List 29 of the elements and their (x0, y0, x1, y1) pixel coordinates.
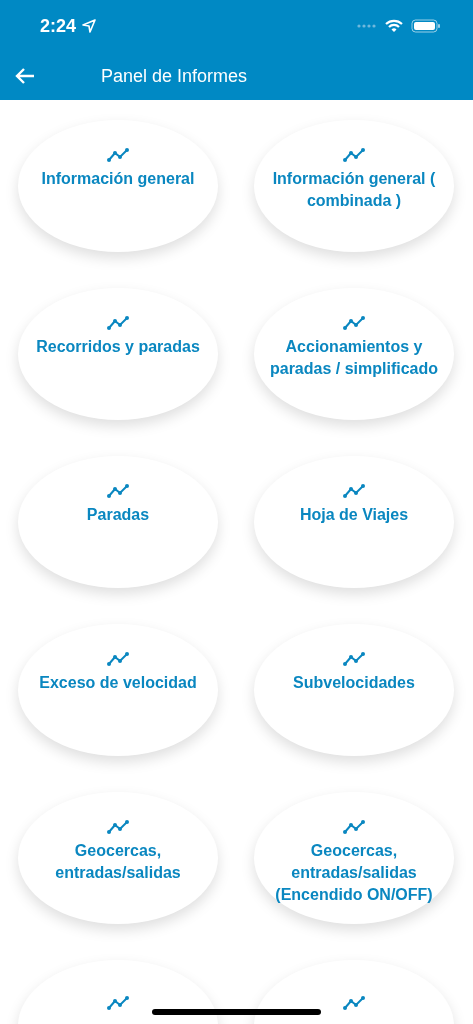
report-card[interactable]: Geocercas, entradas/salidas (Encendido ON/OFF) (254, 792, 454, 924)
report-card[interactable]: Información general ( combinada ) (254, 120, 454, 252)
line-chart-icon (107, 316, 129, 330)
line-chart-icon (343, 316, 365, 330)
line-chart-icon (343, 820, 365, 834)
report-card[interactable]: Recorridos y paradas (18, 288, 218, 420)
report-card[interactable]: Paradas (18, 456, 218, 588)
line-chart-icon (107, 652, 129, 666)
line-chart-icon (343, 652, 365, 666)
back-button[interactable] (14, 67, 36, 85)
signal-icon (357, 24, 377, 28)
report-card[interactable]: Accionamientos y paradas / simplificado (254, 288, 454, 420)
line-chart-icon (107, 148, 129, 162)
report-card[interactable]: Subvelocidades (254, 624, 454, 756)
line-chart-icon (343, 148, 365, 162)
report-card[interactable]: Información general (18, 120, 218, 252)
report-card[interactable]: Hoja de Viajes (254, 456, 454, 588)
location-arrow-icon (82, 19, 97, 33)
page-title: Panel de Informes (101, 65, 248, 87)
battery-icon (411, 19, 441, 33)
status-time: 2:24 (40, 15, 77, 37)
report-card[interactable]: Geocercas, entradas/salidas (18, 792, 218, 924)
wifi-icon (385, 19, 403, 33)
line-chart-icon (107, 996, 129, 1010)
line-chart-icon (343, 996, 365, 1010)
line-chart-icon (343, 484, 365, 498)
line-chart-icon (107, 484, 129, 498)
report-card[interactable]: Exceso de velocidad (18, 624, 218, 756)
line-chart-icon (107, 820, 129, 834)
